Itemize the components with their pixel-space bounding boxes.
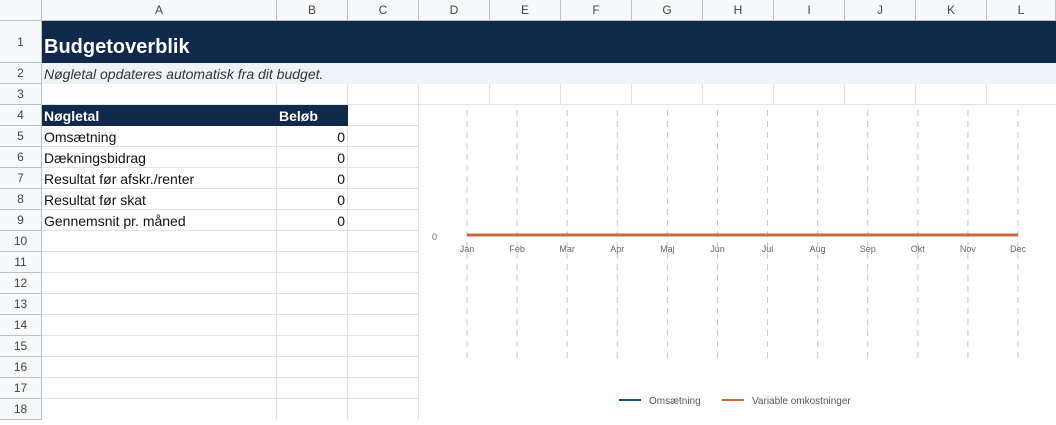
x-tick-label: Jul xyxy=(762,244,774,254)
metric-label[interactable]: Gennemsnit pr. måned xyxy=(42,210,277,231)
column-header-g[interactable]: G xyxy=(632,0,703,21)
column-header-a[interactable]: A xyxy=(42,0,277,21)
row-header-7[interactable]: 7 xyxy=(0,168,42,189)
metric-value[interactable]: 0 xyxy=(277,210,348,231)
x-tick-label: Jan xyxy=(460,244,475,254)
metric-value[interactable]: 0 xyxy=(277,168,348,189)
table-header-label[interactable]: Nøgletal xyxy=(42,105,277,126)
x-tick-label: Apr xyxy=(610,244,624,254)
column-header-h[interactable]: H xyxy=(703,0,774,21)
chart-svg: Jan Feb Mar Apr Maj Jun Jul Aug Sep Okt Nov Dec 0 Oms… xyxy=(432,110,1027,407)
x-tick-label: Maj xyxy=(660,244,675,254)
x-tick-label: Aug xyxy=(810,244,826,254)
table-header-value[interactable]: Beløb xyxy=(277,105,348,126)
column-header-d[interactable]: D xyxy=(419,0,490,21)
column-header-l[interactable]: L xyxy=(987,0,1056,21)
x-tick-label: Nov xyxy=(960,244,977,254)
column-header-b[interactable]: B xyxy=(277,0,348,21)
row-header-10[interactable]: 10 xyxy=(0,231,42,252)
sheet-subtitle[interactable]: Nøgletal opdateres automatisk fra dit bu… xyxy=(44,66,323,82)
x-tick-label: Jun xyxy=(710,244,725,254)
row-header-9[interactable]: 9 xyxy=(0,210,42,231)
spreadsheet: ABCDEFGHIJKL 1 2 3 4 5 6 7 8 9 10 11 12 13 14 15 16 17 18… xyxy=(0,0,1056,420)
column-header-j[interactable]: J xyxy=(845,0,916,21)
column-header-c[interactable]: C xyxy=(348,0,419,21)
column-header-e[interactable]: E xyxy=(490,0,561,21)
metric-label[interactable]: Resultat før afskr./renter xyxy=(42,168,277,189)
row-header-1[interactable]: 1 xyxy=(0,21,42,63)
row-header-3[interactable]: 3 xyxy=(0,84,42,105)
metric-label[interactable]: Omsætning xyxy=(42,126,277,147)
metric-label[interactable]: Resultat før skat xyxy=(42,189,277,210)
row-header-6[interactable]: 6 xyxy=(0,147,42,168)
column-header-f[interactable]: F xyxy=(561,0,632,21)
row-header-4[interactable]: 4 xyxy=(0,105,42,126)
metric-value[interactable]: 0 xyxy=(277,147,348,168)
metric-label[interactable]: Dækningsbidrag xyxy=(42,147,277,168)
metric-value[interactable]: 0 xyxy=(277,189,348,210)
title-banner xyxy=(42,21,1056,63)
legend-label-1: Omsætning xyxy=(649,396,701,407)
column-header-i[interactable]: I xyxy=(774,0,845,21)
row-header-11[interactable]: 11 xyxy=(0,252,42,273)
select-all-corner[interactable] xyxy=(0,0,42,21)
sheet-title[interactable]: Budgetoverblik xyxy=(44,36,190,59)
x-tick-label: Mar xyxy=(559,244,575,254)
row-header-17[interactable]: 17 xyxy=(0,378,42,399)
x-tick-label: Dec xyxy=(1010,244,1027,254)
row-header-5[interactable]: 5 xyxy=(0,126,42,147)
row-header-13[interactable]: 13 xyxy=(0,294,42,315)
row-header-2[interactable]: 2 xyxy=(0,63,42,84)
row-header-14[interactable]: 14 xyxy=(0,315,42,336)
x-tick-label: Feb xyxy=(509,244,525,254)
legend-label-2: Variable omkostninger xyxy=(752,396,851,407)
row-header-18[interactable]: 18 xyxy=(0,399,42,420)
y-tick-label: 0 xyxy=(432,232,437,242)
metric-value[interactable]: 0 xyxy=(277,126,348,147)
line-chart[interactable]: Jan Feb Mar Apr Maj Jun Jul Aug Sep Okt Nov Dec 0 Oms… xyxy=(419,105,1056,420)
row-header-15[interactable]: 15 xyxy=(0,336,42,357)
column-header-k[interactable]: K xyxy=(916,0,987,21)
row-header-16[interactable]: 16 xyxy=(0,357,42,378)
row-header-8[interactable]: 8 xyxy=(0,189,42,210)
row-header-12[interactable]: 12 xyxy=(0,273,42,294)
x-tick-label: Sep xyxy=(860,244,876,254)
x-tick-label: Okt xyxy=(911,244,926,254)
